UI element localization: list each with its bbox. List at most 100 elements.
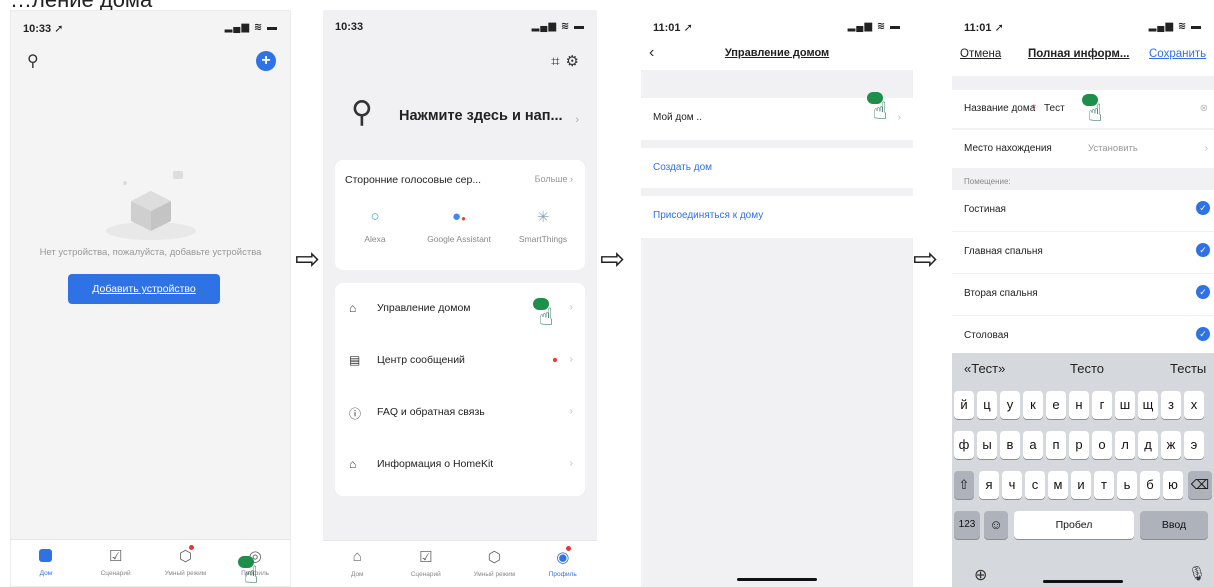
- profile-icon: ◉: [556, 549, 570, 566]
- key[interactable]: ц: [977, 391, 997, 419]
- save-button[interactable]: Сохранить: [1149, 48, 1206, 60]
- home-icon: ⌂: [352, 548, 362, 565]
- microphone-icon[interactable]: 🎙: [1188, 565, 1206, 582]
- google-assistant-icon: ●●: [452, 208, 466, 225]
- key[interactable]: х: [1184, 391, 1204, 419]
- user-icon[interactable]: ⚲: [27, 51, 39, 71]
- home-outline-icon: ⌂: [349, 301, 357, 315]
- suggestion[interactable]: Тесто: [1070, 361, 1104, 376]
- menu-message-center[interactable]: ▤ Центр сообщений ›: [335, 335, 585, 387]
- tab-profile[interactable]: ◉ Профиль: [529, 541, 598, 587]
- room-row[interactable]: Гостиная ✓: [952, 190, 1214, 231]
- key[interactable]: щ: [1138, 391, 1158, 419]
- status-time: 10:33 ➚: [23, 23, 64, 35]
- location-field[interactable]: Место нахождения Установить ›: [952, 130, 1214, 168]
- key[interactable]: э: [1184, 431, 1204, 459]
- key[interactable]: з: [1161, 391, 1181, 419]
- screen-home-empty: 10:33 ➚ ▂▄▆ ≋ ▬ ⚲ + Нет устройства, пожа…: [10, 10, 291, 587]
- tab-home[interactable]: Дом: [11, 540, 81, 586]
- scene-icon: ☑: [108, 548, 123, 565]
- key[interactable]: ч: [1002, 471, 1022, 499]
- room-row[interactable]: Вторая спальня ✓: [952, 274, 1214, 315]
- chevron-right-icon: ›: [897, 112, 901, 123]
- clear-icon[interactable]: ⊗: [1200, 103, 1208, 114]
- key[interactable]: о: [1092, 431, 1112, 459]
- scene-icon: ☑: [419, 549, 433, 566]
- unread-dot: [553, 358, 557, 362]
- keyboard: «Тест» Тесто Тесты й ц у к е н г ш щ з х…: [952, 353, 1214, 587]
- key[interactable]: ф: [954, 431, 974, 459]
- check-icon[interactable]: ✓: [1196, 243, 1210, 257]
- key[interactable]: п: [1046, 431, 1066, 459]
- nav-header: Отмена Полная информ... Сохранить: [952, 48, 1214, 68]
- key[interactable]: я: [979, 471, 999, 499]
- pointer-hand-icon: ☝: [533, 298, 554, 330]
- menu-homekit[interactable]: ⌂ Информация о HomeKit ›: [335, 439, 585, 491]
- tutorial-canvas: …ление дома 10:33 ➚ ▂▄▆ ≋ ▬ ⚲ + Нет устр…: [0, 0, 1214, 587]
- key[interactable]: б: [1140, 471, 1160, 499]
- check-icon[interactable]: ✓: [1196, 327, 1210, 341]
- scan-settings-icons[interactable]: ⌗⚙: [551, 52, 585, 70]
- service-alexa[interactable]: ○ Alexa: [335, 208, 415, 245]
- key[interactable]: й: [954, 391, 974, 419]
- key[interactable]: ы: [977, 431, 997, 459]
- cancel-button[interactable]: Отмена: [960, 48, 1001, 60]
- key[interactable]: с: [1025, 471, 1045, 499]
- key[interactable]: а: [1023, 431, 1043, 459]
- suggestion[interactable]: «Тест»: [964, 361, 1005, 376]
- service-smartthings[interactable]: ✳ SmartThings: [503, 208, 583, 245]
- tab-home[interactable]: ⌂ Дом: [323, 541, 392, 587]
- tab-smart[interactable]: ⬡ Умный режим: [151, 540, 221, 586]
- key[interactable]: е: [1046, 391, 1066, 419]
- tab-scene[interactable]: ☑ Сценарий: [392, 541, 461, 587]
- key[interactable]: л: [1115, 431, 1135, 459]
- status-icons: ▂▄▆ ≋ ▬: [224, 22, 278, 33]
- key[interactable]: к: [1023, 391, 1043, 419]
- chevron-right-icon: ›: [1204, 143, 1208, 154]
- key[interactable]: и: [1071, 471, 1091, 499]
- key[interactable]: т: [1094, 471, 1114, 499]
- create-home-row[interactable]: Создать дом: [641, 148, 913, 188]
- key[interactable]: ь: [1117, 471, 1137, 499]
- space-key[interactable]: Пробел: [1014, 511, 1134, 539]
- menu-faq[interactable]: ⓘ FAQ и обратная связь ›: [335, 387, 585, 439]
- service-google-assistant[interactable]: ●● Google Assistant: [419, 208, 499, 245]
- tab-scene[interactable]: ☑ Сценарий: [81, 540, 151, 586]
- key[interactable]: ю: [1163, 471, 1183, 499]
- key[interactable]: д: [1138, 431, 1158, 459]
- status-bar: 11:01 ➚ ▂▄▆ ≋ ▬: [641, 10, 913, 70]
- home-name-input[interactable]: Тест: [1044, 103, 1065, 114]
- key[interactable]: н: [1069, 391, 1089, 419]
- profile-header[interactable]: ⚲ Нажмите здесь и нап... ›: [333, 92, 587, 152]
- globe-icon[interactable]: ⊕: [974, 565, 987, 585]
- room-row[interactable]: Главная спальня ✓: [952, 232, 1214, 273]
- more-link[interactable]: Больше ›: [535, 174, 573, 184]
- join-home-row[interactable]: Присоединяться к дому: [641, 196, 913, 238]
- room-row[interactable]: Столовая ✓: [952, 316, 1214, 357]
- tab-smart[interactable]: ⬡ Умный режим: [460, 541, 529, 587]
- alexa-icon: ○: [370, 208, 380, 225]
- keyboard-row-1: й ц у к е н г ш щ з х: [954, 391, 1214, 421]
- check-icon[interactable]: ✓: [1196, 201, 1210, 215]
- key[interactable]: г: [1092, 391, 1112, 419]
- key[interactable]: м: [1048, 471, 1068, 499]
- plus-icon[interactable]: +: [256, 51, 276, 71]
- empty-box-icon: [106, 171, 196, 240]
- add-device-button[interactable]: Добавить устройство: [68, 274, 220, 304]
- key[interactable]: ж: [1161, 431, 1181, 459]
- key[interactable]: у: [1000, 391, 1020, 419]
- key[interactable]: ш: [1115, 391, 1135, 419]
- check-icon[interactable]: ✓: [1196, 285, 1210, 299]
- page-title: Полная информ...: [1028, 48, 1130, 60]
- voice-services-card: Сторонние голосовые сер... Больше › ○ Ale…: [335, 160, 585, 270]
- backspace-key-icon[interactable]: ⌫: [1188, 471, 1212, 499]
- key[interactable]: в: [1000, 431, 1020, 459]
- emoji-key-icon[interactable]: ☺: [984, 511, 1008, 539]
- enter-key[interactable]: Ввод: [1140, 511, 1208, 539]
- tab-bar: ⌂ Дом ☑ Сценарий ⬡ Умный режим ◉ Профиль: [323, 540, 597, 587]
- shift-key-icon[interactable]: ⇧: [954, 471, 974, 499]
- home-indicator: [1043, 580, 1123, 583]
- numbers-key[interactable]: 123: [954, 511, 980, 539]
- key[interactable]: р: [1069, 431, 1089, 459]
- suggestion[interactable]: Тесты: [1170, 361, 1206, 376]
